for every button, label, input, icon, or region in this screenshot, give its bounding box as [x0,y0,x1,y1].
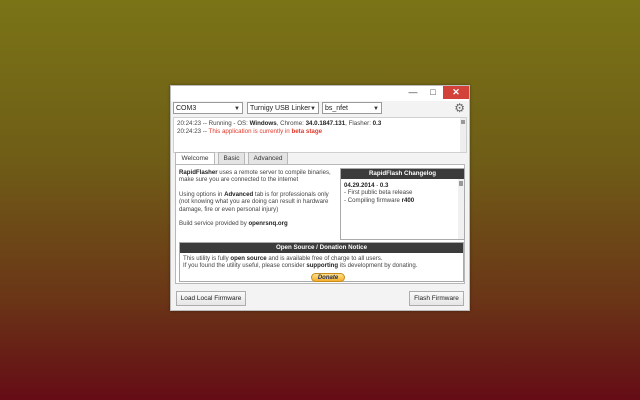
changelog-body: 04.29.2014 - 0.3 - First public beta rel… [341,179,464,207]
port-select-value: COM3 [176,105,197,112]
notice-title: Open Source / Donation Notice [180,243,463,253]
title-bar[interactable]: — □ ✕ [171,86,469,101]
flash-firmware-button[interactable]: Flash Firmware [409,291,464,306]
log-os: Windows [249,120,277,127]
log-warning: This application is currently in [208,128,292,135]
notice-emphasis: supporting [306,262,339,270]
bottom-bar: Load Local Firmware Flash Firmware [171,288,469,310]
changelog-item-text: - Compiling firmware [344,196,402,204]
log-scrollbar[interactable] [460,118,466,152]
intro-paragraph: RapidFlasher uses a remote server to com… [179,169,337,184]
chevron-down-icon: ▼ [373,106,379,112]
notice-text: and is available free of charge to all u… [266,255,383,262]
scrollbar-thumb[interactable] [459,181,463,186]
log-text: , Chrome: [276,120,306,127]
log-text: , Flasher: [345,120,373,127]
programmer-select[interactable]: Turnigy USB Linker ▼ [247,102,319,114]
welcome-panel: RapidFlasher uses a remote server to com… [175,164,465,284]
changelog-item: - Compiling firmware r400 [344,197,461,204]
intro-text: RapidFlasher uses a remote server to com… [179,169,337,234]
minimize-button[interactable]: — [403,86,423,99]
openrsnq-link[interactable]: openrsnq.org [248,220,287,227]
notice-line: This utility is fully open source and is… [183,255,460,262]
log-chrome-version: 34.0.1847.131 [305,120,346,127]
intro-paragraph: Build service provided by openrsnq.org [179,220,337,227]
changelog-version: 0.3 [379,182,389,189]
programmer-select-value: Turnigy USB Linker [250,105,311,112]
scrollbar-thumb[interactable] [461,120,465,124]
notice-line: If you found the utility useful, please … [183,262,460,269]
changelog-item: - First public beta release [344,189,413,197]
changelog-revision: r400 [401,196,415,204]
intro-paragraph: Using options in Advanced tab is for pro… [179,191,337,213]
firmware-select[interactable]: bs_nfet ▼ [322,102,382,114]
maximize-button[interactable]: □ [423,86,443,99]
donate-button[interactable]: Donate [311,273,345,282]
donation-notice: Open Source / Donation Notice This utili… [179,242,464,282]
log-flasher-version: 0.3 [372,120,382,127]
brand-name: RapidFlasher [179,169,218,176]
chevron-down-icon: ▼ [234,106,240,112]
changelog-scrollbar[interactable] [458,179,464,239]
changelog-entry-header: 04.29.2014 - 0.3 [344,182,461,189]
toolbar: COM3 ▼ Turnigy USB Linker ▼ bs_nfet ▼ ⚙ [173,101,467,116]
tab-basic[interactable]: Basic [218,152,245,164]
load-local-firmware-button[interactable]: Load Local Firmware [176,291,246,306]
advanced-ref: Advanced [224,190,254,198]
changelog-title: RapidFlash Changelog [341,169,464,179]
log-text: 20:24:23 -- [177,128,209,135]
gear-icon[interactable]: ⚙ [454,101,465,115]
changelog-box: RapidFlash Changelog 04.29.2014 - 0.3 - … [340,168,465,240]
notice-text: its development by donating. [338,262,418,270]
intro-text-3: Build service provided by [179,220,249,228]
app-window: — □ ✕ COM3 ▼ Turnigy USB Linker ▼ bs_nfe… [170,85,470,311]
firmware-select-value: bs_nfet [325,105,348,112]
notice-text: This utility is fully [183,255,231,262]
chevron-down-icon: ▼ [310,106,316,112]
log-line: 20:24:23 -- Running - OS: Windows, Chrom… [177,120,463,128]
log-text: 20:24:23 -- Running - OS: [177,120,250,127]
notice-emphasis: open source [230,255,267,262]
changelog-date: 04.29.2014 [344,182,375,189]
tab-advanced[interactable]: Advanced [248,152,288,164]
intro-text-2a: Using options in [179,190,225,198]
notice-text: If you found the utility useful, please … [183,262,307,270]
log-console: 20:24:23 -- Running - OS: Windows, Chrom… [173,117,467,153]
notice-body: This utility is fully open source and is… [180,253,463,272]
log-warning-highlight: beta stage [291,128,323,135]
close-button[interactable]: ✕ [443,86,469,99]
log-line: 20:24:23 -- This application is currentl… [177,128,463,136]
port-select[interactable]: COM3 ▼ [173,102,243,114]
